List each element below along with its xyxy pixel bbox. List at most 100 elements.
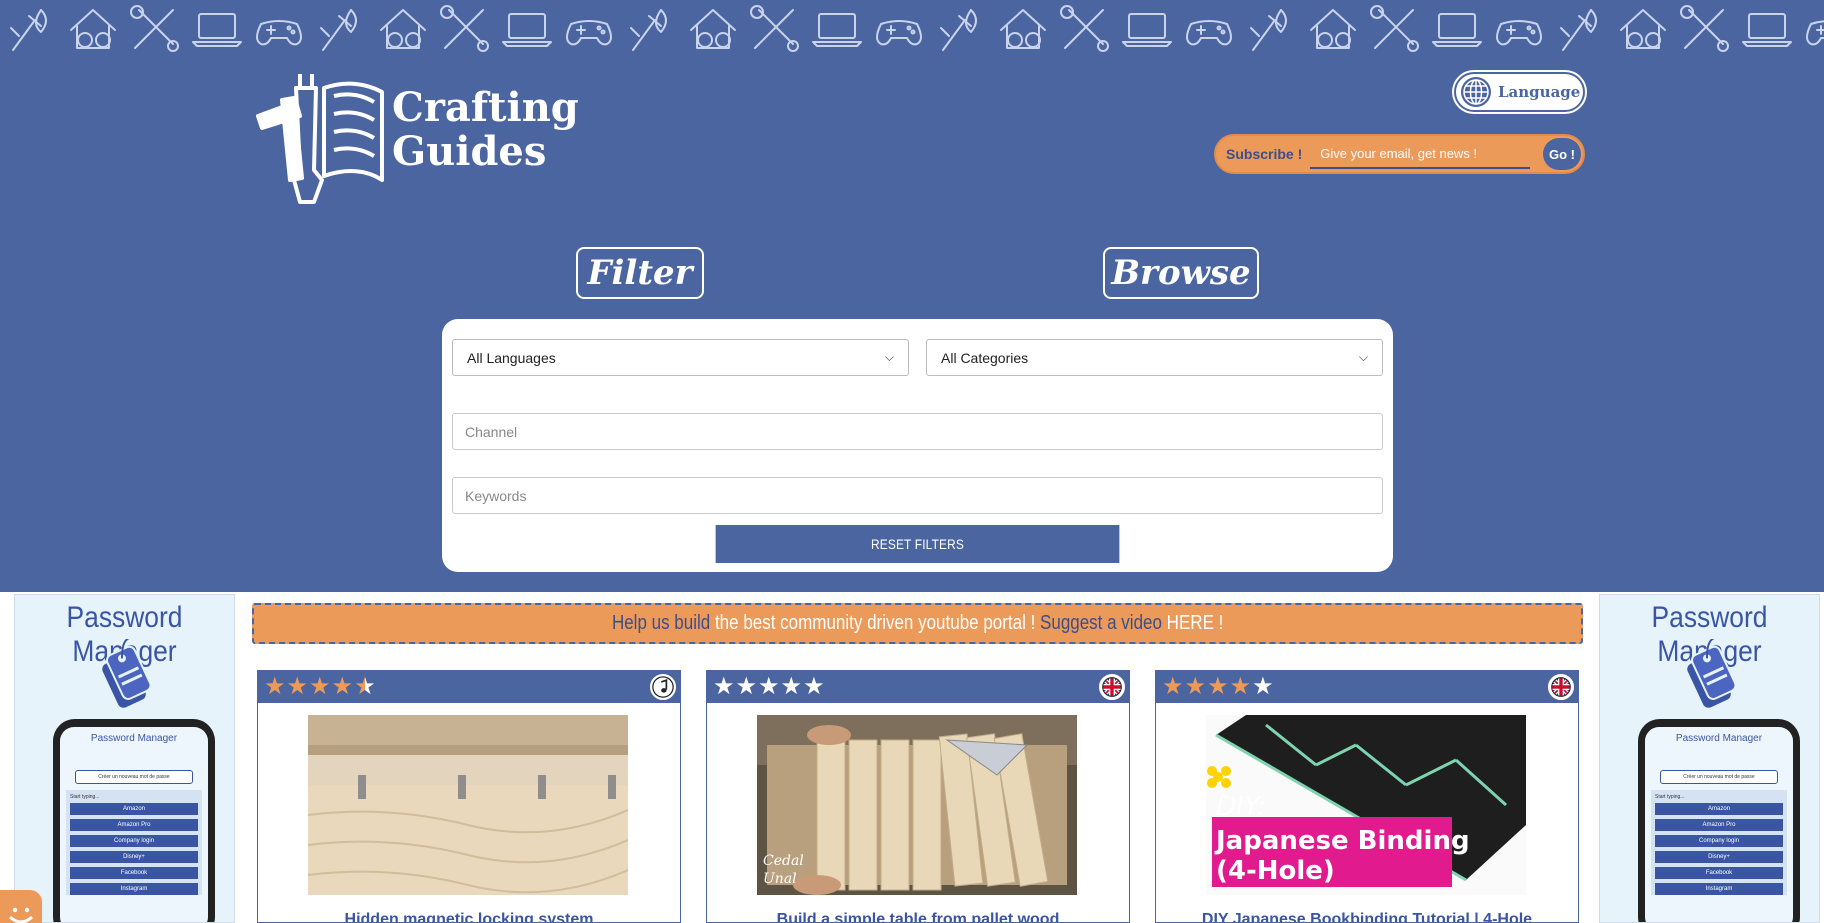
rating-stars: ★★★★★ bbox=[1162, 675, 1275, 699]
card-header: ★★★★★ bbox=[707, 671, 1129, 703]
rating-stars: ★★★★★ bbox=[264, 675, 377, 699]
smiley-icon bbox=[8, 907, 34, 923]
feedback-widget[interactable] bbox=[0, 890, 42, 923]
house-repair-icon bbox=[70, 9, 116, 49]
category-select[interactable]: All Categories ⌵ bbox=[926, 339, 1383, 376]
video-thumbnail: Cedal Unal bbox=[757, 715, 1077, 895]
phone-list: Start typing... Amazon Amazon Pro Compan… bbox=[66, 790, 202, 895]
subscribe-email-input[interactable] bbox=[1310, 139, 1531, 169]
subscribe-label: Subscribe ! bbox=[1226, 146, 1303, 162]
banner-text-2: the best community driven youtube portal… bbox=[714, 612, 1036, 634]
logo-line-1: Crafting bbox=[392, 84, 579, 131]
gamepad-icon bbox=[1806, 20, 1824, 46]
keywords-input[interactable] bbox=[452, 477, 1383, 514]
laptop-icon bbox=[1432, 13, 1482, 47]
star-icon: ★ bbox=[780, 673, 803, 700]
language-select[interactable]: All Languages ⌵ bbox=[452, 339, 909, 376]
garden-tools-icon bbox=[10, 9, 47, 51]
password-tags-icon bbox=[102, 639, 152, 708]
tab-filter[interactable]: Filter bbox=[576, 247, 704, 299]
language-label: Language bbox=[1498, 83, 1581, 101]
globe-icon bbox=[1461, 77, 1491, 107]
phone-start-text: Start typing... bbox=[1655, 794, 1685, 800]
phone-list-item: Amazon bbox=[1655, 803, 1783, 815]
laptop-icon bbox=[812, 13, 862, 47]
house-repair-icon bbox=[690, 9, 736, 49]
decorative-icon-strip bbox=[0, 0, 1824, 58]
laptop-icon bbox=[502, 13, 552, 47]
thumb-japanese-binding-text: Japanese Binding bbox=[1214, 826, 1470, 856]
video-card[interactable]: ★★★★★ bbox=[1155, 670, 1579, 923]
house-repair-icon bbox=[380, 9, 426, 49]
phone-screen: Password Manager Créer un nouveau mot de… bbox=[60, 727, 208, 922]
laptop-icon bbox=[192, 13, 242, 47]
phone-list-item: Company login bbox=[70, 835, 198, 847]
house-repair-icon bbox=[1000, 9, 1046, 49]
language-select-value: All Languages bbox=[467, 349, 556, 366]
phone-title: Password Manager bbox=[90, 733, 178, 744]
ad-password-manager-left[interactable]: Password Manager Password Manager Créer … bbox=[14, 594, 235, 923]
banner-text-1: Help us build bbox=[611, 612, 711, 634]
video-card[interactable]: ★★★★★ bbox=[706, 670, 1130, 923]
subscribe-go-button[interactable]: Go ! bbox=[1543, 138, 1581, 170]
star-icon: ★ bbox=[803, 673, 825, 700]
phone-list-item: Instagram bbox=[70, 883, 198, 895]
laptop-icon bbox=[1122, 13, 1172, 47]
star-icon: ★ bbox=[1207, 673, 1229, 700]
star-icon: ★ bbox=[1162, 673, 1184, 700]
phone-list-item: Amazon Pro bbox=[1655, 819, 1783, 831]
suggest-video-link[interactable]: HERE ! bbox=[1167, 612, 1224, 635]
rating-stars: ★★★★★ bbox=[713, 675, 826, 699]
garden-tools-icon bbox=[320, 9, 357, 51]
uk-flag-icon bbox=[1099, 674, 1125, 700]
banner-text-3: Suggest a video bbox=[1039, 612, 1162, 634]
tools-cross-icon bbox=[1060, 5, 1109, 52]
star-icon: ★ bbox=[354, 673, 376, 700]
video-card[interactable]: ★★★★★ Hidden magnetic locking system bbox=[257, 670, 681, 923]
garden-tools-icon bbox=[940, 9, 977, 51]
star-icon: ★ bbox=[735, 673, 758, 700]
phone-mockup: Password Manager Créer un nouveau mot de… bbox=[53, 719, 215, 922]
tools-cross-icon bbox=[1370, 5, 1419, 52]
ad-password-manager-right[interactable]: Password Manager Password Manager Créer … bbox=[1599, 594, 1820, 923]
house-repair-icon bbox=[1620, 9, 1666, 49]
phone-list-item: Amazon Pro bbox=[70, 819, 198, 831]
uk-flag-icon bbox=[1548, 674, 1574, 700]
card-header: ★★★★★ bbox=[258, 671, 680, 703]
star-icon: ★ bbox=[1252, 673, 1274, 700]
star-icon: ★ bbox=[713, 673, 735, 700]
filter-panel: All Languages ⌵ All Categories ⌵ RESET F… bbox=[442, 319, 1393, 572]
phone-list-item: Facebook bbox=[70, 867, 198, 879]
phone-list: Start typing... Amazon Amazon Pro Compan… bbox=[1651, 790, 1787, 895]
tools-cross-icon bbox=[750, 5, 799, 52]
logo-line-2: Guides bbox=[392, 128, 547, 175]
phone-list-item: Disney+ bbox=[1655, 851, 1783, 863]
gamepad-icon bbox=[876, 20, 922, 46]
password-tags-icon bbox=[1687, 639, 1737, 708]
logo-wordmark: Crafting Guides bbox=[392, 86, 579, 174]
reset-filters-button[interactable]: RESET FILTERS bbox=[715, 525, 1120, 563]
tools-cross-icon bbox=[1680, 5, 1729, 52]
phone-start-text: Start typing... bbox=[70, 794, 100, 800]
garden-tools-icon bbox=[630, 9, 667, 51]
gamepad-icon bbox=[1496, 20, 1542, 46]
star-icon: ★ bbox=[264, 673, 286, 700]
tab-browse[interactable]: Browse bbox=[1103, 247, 1259, 299]
house-repair-icon bbox=[1310, 9, 1356, 49]
star-icon: ★ bbox=[331, 673, 354, 700]
phone-title: Password Manager bbox=[1675, 733, 1763, 744]
video-title: DIY Japanese Bookbinding Tutorial | 4-Ho… bbox=[1201, 911, 1533, 923]
language-button[interactable]: Language bbox=[1454, 72, 1585, 112]
star-icon: ★ bbox=[1184, 673, 1207, 700]
card-header: ★★★★★ bbox=[1156, 671, 1578, 703]
phone-screen: Password Manager Créer un nouveau mot de… bbox=[1645, 727, 1793, 922]
phone-list-item: Facebook bbox=[1655, 867, 1783, 879]
star-icon: ★ bbox=[286, 673, 309, 700]
subscribe-form: Subscribe ! Go ! bbox=[1214, 134, 1585, 174]
video-title: Hidden magnetic locking system bbox=[344, 911, 594, 923]
channel-input[interactable] bbox=[452, 413, 1383, 450]
phone-mockup: Password Manager Créer un nouveau mot de… bbox=[1638, 719, 1800, 922]
thumb-watermark-2: Unal bbox=[763, 871, 797, 887]
tools-cross-icon bbox=[130, 5, 179, 52]
thumb-watermark-1: Cedal bbox=[763, 853, 804, 869]
